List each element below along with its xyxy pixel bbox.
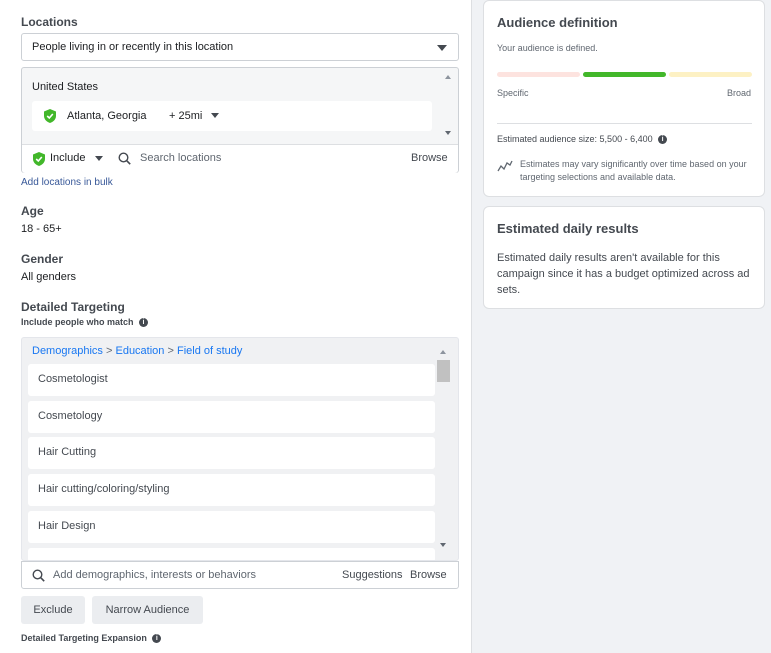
trend-line-icon [497, 160, 513, 172]
age-label: Age [21, 204, 44, 218]
daily-results-title: Estimated daily results [497, 221, 639, 236]
breadcrumb-separator: > [167, 345, 174, 357]
include-shield-icon [33, 152, 45, 166]
targeting-option[interactable]: Hair Design [28, 511, 435, 543]
location-search-bar: Include Search locations Browse [22, 144, 458, 173]
divider [497, 123, 752, 124]
scroll-up-icon[interactable] [445, 75, 451, 79]
gender-value[interactable]: All genders [21, 271, 76, 283]
breadcrumb: Demographics > Education > Field of stud… [32, 345, 242, 357]
shield-check-icon [44, 109, 56, 123]
targeting-option[interactable]: Cosmetologist [28, 364, 435, 396]
location-type-value: People living in or recently in this loc… [32, 41, 234, 53]
estimate-note: Estimates may vary significantly over ti… [520, 159, 747, 182]
targeting-option[interactable]: Hair cutting/coloring/styling [28, 474, 435, 506]
breadcrumb-education[interactable]: Education [115, 345, 164, 357]
search-icon [32, 569, 45, 582]
estimated-audience-size-text: Estimated audience size: 5,500 - 6,400 [497, 134, 653, 144]
specific-label: Specific [497, 88, 529, 98]
gender-label: Gender [21, 252, 64, 266]
include-dropdown[interactable]: Include [50, 152, 85, 164]
location-search-input[interactable]: Search locations [140, 152, 221, 164]
estimated-audience-size: Estimated audience size: 5,500 - 6,400 i [497, 134, 668, 145]
targeting-panel: Locations People living in or recently i… [0, 0, 472, 653]
age-value[interactable]: 18 - 65+ [21, 223, 62, 235]
info-icon[interactable]: i [139, 318, 149, 328]
detailed-targeting-label: Detailed Targeting [21, 300, 125, 314]
location-radius[interactable]: + 25mi [169, 110, 202, 122]
broad-label: Broad [726, 88, 751, 98]
exclude-button[interactable]: Exclude [21, 596, 85, 624]
detailed-targeting-search-input[interactable]: Add demographics, interests or behaviors [53, 569, 256, 581]
location-type-select[interactable]: People living in or recently in this loc… [21, 33, 459, 61]
daily-results-card: Estimated daily results Estimated daily … [483, 206, 765, 309]
radius-dropdown-icon[interactable] [211, 113, 219, 118]
breadcrumb-field-of-study[interactable]: Field of study [177, 345, 242, 357]
detailed-targeting-browse-button[interactable]: Browse [410, 569, 447, 581]
targeting-expansion-text: Detailed Targeting Expansion [21, 633, 147, 643]
locations-label: Locations [21, 15, 78, 29]
location-item: Atlanta, Georgia + 25mi [32, 101, 432, 131]
include-people-text: Include people who match [21, 317, 134, 327]
targeting-option[interactable]: Cosmetology [28, 401, 435, 433]
chevron-down-icon [437, 45, 447, 51]
include-chevron-icon[interactable] [95, 156, 103, 161]
audience-meter-broad [669, 72, 752, 77]
detailed-targeting-list: Demographics > Education > Field of stud… [21, 337, 459, 561]
targeting-option-partial[interactable] [28, 548, 435, 560]
list-scrollbar-thumb[interactable] [437, 360, 450, 382]
location-city: Atlanta, Georgia [67, 110, 147, 122]
narrow-audience-button[interactable]: Narrow Audience [92, 596, 203, 624]
detailed-targeting-search-bar: Add demographics, interests or behaviors… [21, 561, 459, 589]
audience-meter-specific [497, 72, 580, 77]
breadcrumb-separator: > [105, 345, 113, 357]
targeting-option[interactable]: Hair Cutting [28, 437, 435, 469]
location-browse-button[interactable]: Browse [411, 152, 448, 164]
list-scroll-up-icon[interactable] [440, 350, 446, 354]
search-icon [118, 152, 131, 165]
daily-results-text: Estimated daily results aren't available… [497, 252, 750, 296]
location-list-box: United States Atlanta, Georgia + 25mi In… [21, 67, 459, 173]
location-country: United States [32, 81, 99, 93]
audience-status: Your audience is defined. [497, 43, 598, 53]
breadcrumb-demographics[interactable]: Demographics [32, 345, 103, 357]
info-icon[interactable]: i [152, 634, 162, 644]
targeting-expansion-label: Detailed Targeting Expansion i [21, 633, 162, 644]
scroll-down-icon[interactable] [445, 131, 451, 135]
info-icon[interactable]: i [658, 135, 668, 145]
audience-meter-defined [583, 72, 666, 77]
audience-definition-card: Audience definition Your audience is def… [483, 0, 765, 197]
suggestions-button[interactable]: Suggestions [342, 569, 403, 581]
audience-definition-title: Audience definition [497, 15, 618, 30]
include-people-label: Include people who match i [21, 317, 149, 328]
add-locations-bulk-link[interactable]: Add locations in bulk [21, 177, 113, 188]
list-scroll-down-icon[interactable] [440, 543, 446, 547]
